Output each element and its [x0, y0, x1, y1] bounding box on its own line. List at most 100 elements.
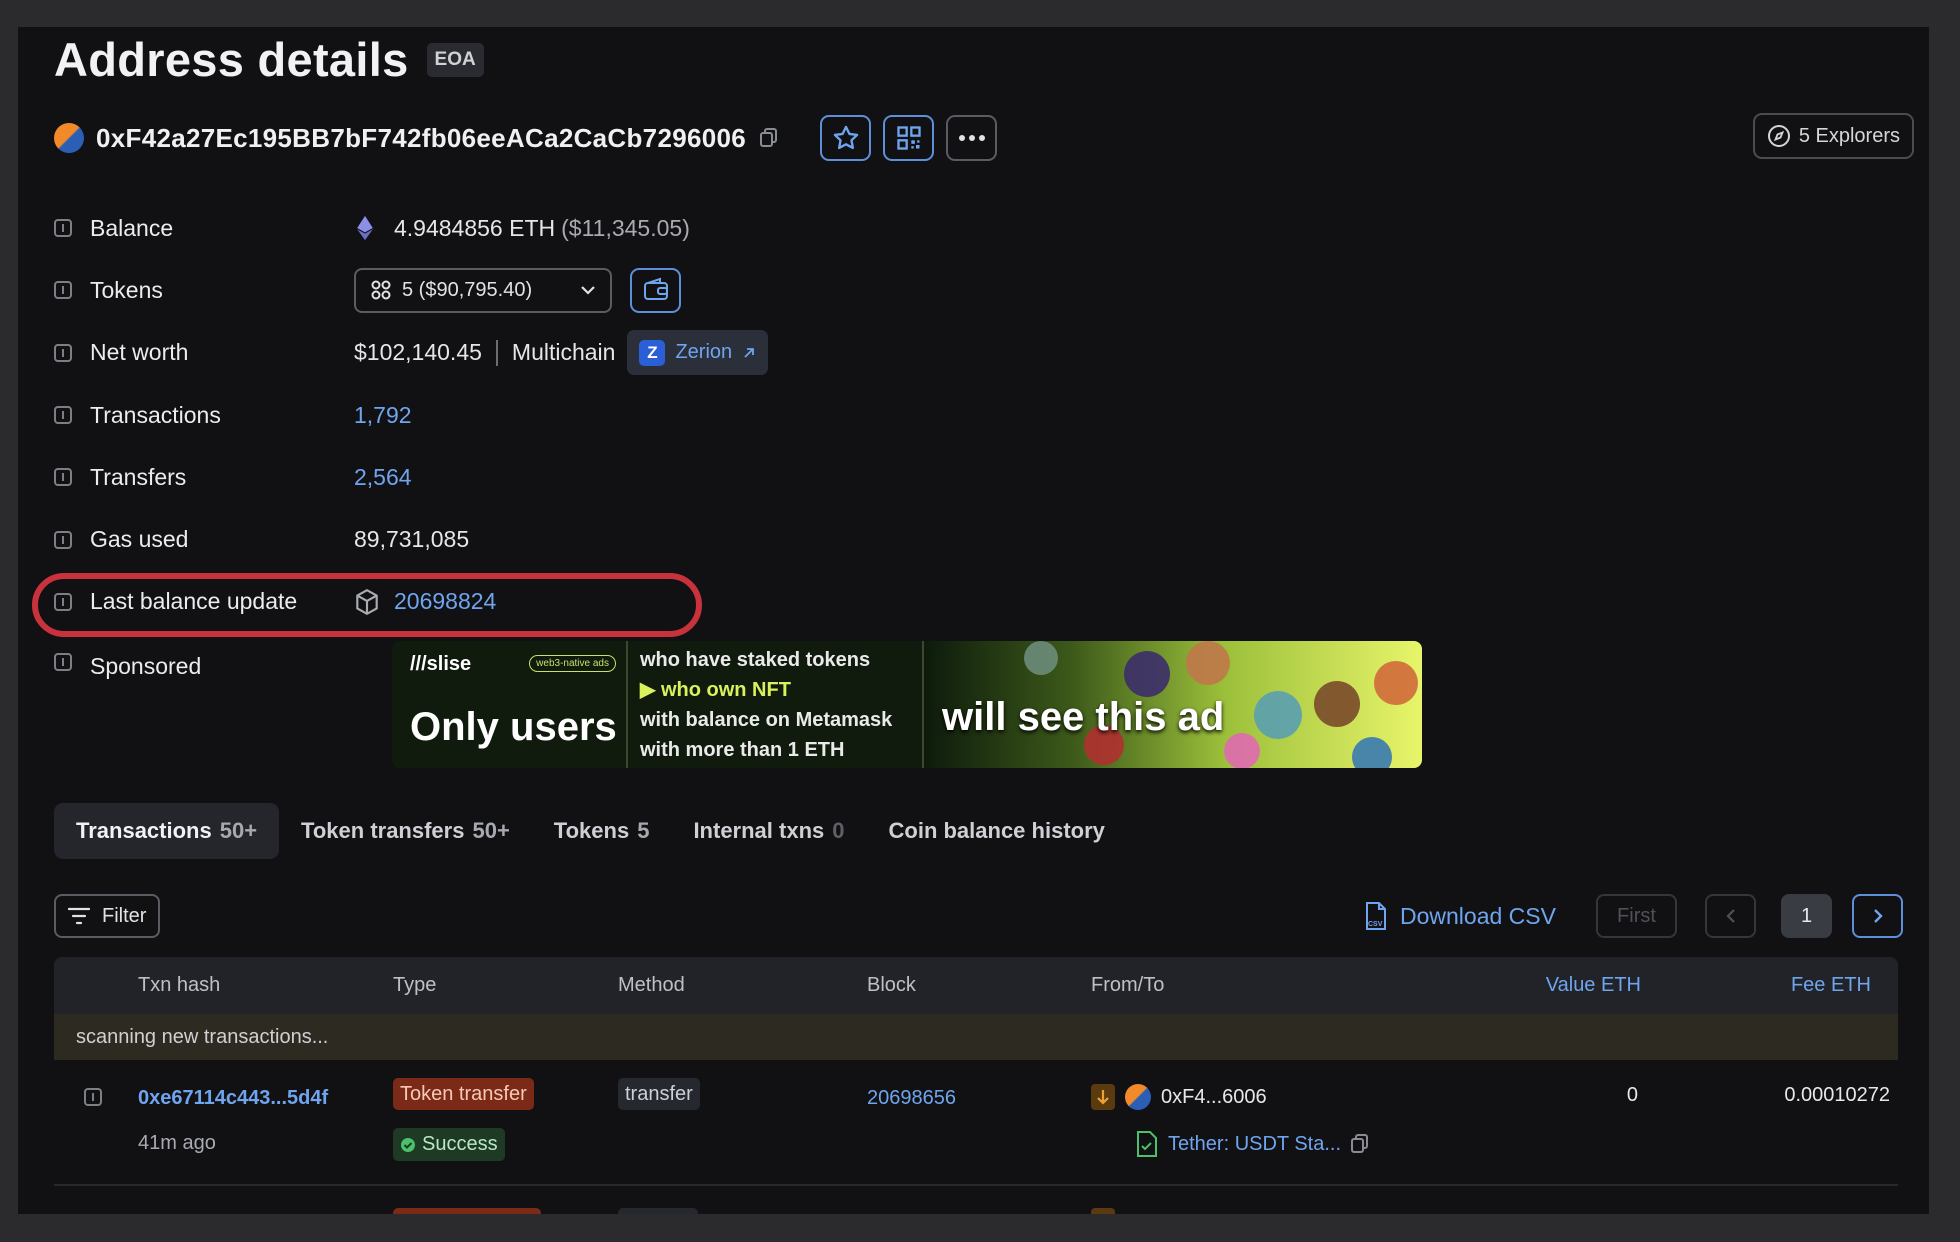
- tab-internal-txns[interactable]: Internal txns 0: [671, 803, 866, 859]
- tab-coin-balance-history[interactable]: Coin balance history: [867, 803, 1127, 859]
- check-circle-icon: [401, 1137, 415, 1152]
- last-balance-update-row: Last balance update 20698824: [32, 571, 1554, 637]
- tab-transactions[interactable]: Transactions 50+: [54, 803, 280, 859]
- txn-age: 41m ago: [138, 1132, 216, 1154]
- txn-hash-link[interactable]: 0xe67114c443...5d4f: [138, 1087, 328, 1110]
- ad-nft-bubble: [1124, 651, 1170, 698]
- tab-label: Coin balance history: [888, 818, 1105, 843]
- transfers-value[interactable]: 2,564: [354, 464, 412, 491]
- ad-tagline: will see this ad: [942, 695, 1225, 740]
- txn-type-wrap: Token transfer: [393, 1078, 534, 1110]
- info-icon[interactable]: [54, 592, 72, 611]
- sponsored-row: Sponsored ///slise web3-native ads Only …: [54, 633, 1554, 769]
- ad-nft-bubble: [1314, 681, 1360, 728]
- multichain-label: Multichain: [511, 339, 616, 366]
- transfers-row: Transfers 2,564: [54, 446, 1554, 508]
- first-page-button[interactable]: First: [1596, 894, 1677, 938]
- net-worth-label: Net worth: [90, 339, 189, 366]
- ad-line: who have staked tokens: [640, 649, 871, 672]
- table-row-partial: [54, 1186, 1898, 1214]
- chevron-left-icon: [1725, 909, 1735, 923]
- wallet-button[interactable]: [630, 267, 681, 313]
- ad-nft-bubble: [1224, 733, 1260, 769]
- tab-count: 50+: [472, 818, 510, 843]
- from-avatar: [1125, 1084, 1151, 1110]
- transactions-value[interactable]: 1,792: [354, 402, 412, 429]
- ad-line: ▶ who own NFT: [640, 679, 791, 702]
- arrow-down-icon: [1091, 1084, 1115, 1110]
- tab-tokens[interactable]: Tokens 5: [532, 803, 672, 859]
- info-icon[interactable]: [54, 530, 72, 549]
- copy-icon[interactable]: [1351, 1134, 1369, 1154]
- tokens-dropdown[interactable]: 5 ($90,795.40): [354, 267, 612, 313]
- gas-used-label: Gas used: [90, 526, 189, 553]
- explorers-label: 5 Explorers: [1798, 124, 1900, 147]
- address-hash: 0xF42a27Ec195BB7bF742fb06eeACa2CaCb72960…: [96, 122, 747, 153]
- scanning-banner: scanning new transactions...: [54, 1014, 1898, 1060]
- title-row: Address details EOA: [54, 27, 484, 92]
- info-icon[interactable]: [54, 343, 72, 362]
- qr-code-button[interactable]: [883, 115, 935, 161]
- previous-page-button[interactable]: [1705, 894, 1756, 938]
- ad-right-panel: will see this ad: [924, 641, 1422, 769]
- filter-label: Filter: [102, 904, 147, 927]
- app-window: Address details EOA 0xF42a27Ec195BB7bF74…: [18, 27, 1929, 1214]
- info-icon[interactable]: [84, 1088, 102, 1106]
- txn-from-address[interactable]: 0xF4...6006: [1161, 1086, 1267, 1109]
- info-icon[interactable]: [54, 653, 72, 672]
- qr-code-icon: [896, 126, 921, 150]
- address-avatar: [54, 123, 84, 153]
- favorite-button[interactable]: [820, 115, 872, 161]
- tokens-value-wrap: 5 ($90,795.40): [354, 267, 681, 313]
- tokens-grid-icon: [371, 280, 391, 300]
- txn-type-badge: Token transfer: [393, 1078, 534, 1110]
- txn-method-badge: transfer: [618, 1078, 700, 1110]
- star-icon: [833, 125, 858, 150]
- info-icon[interactable]: [54, 281, 72, 300]
- txn-type-badge-peek: [393, 1208, 541, 1214]
- txn-method-wrap: transfer: [618, 1078, 700, 1110]
- column-header: From/To: [1091, 974, 1165, 996]
- ad-nft-bubble: [1254, 691, 1302, 740]
- zerion-link[interactable]: Z Zerion: [627, 330, 769, 376]
- filter-button[interactable]: Filter: [54, 894, 161, 938]
- explorers-button[interactable]: 5 Explorers: [1752, 113, 1914, 159]
- txn-status-wrap: Success: [393, 1128, 505, 1161]
- copy-icon[interactable]: [758, 127, 780, 149]
- balance-row: Balance 4.9484856 ETH ($11,345.05): [54, 197, 1554, 259]
- table-row: 0xe67114c443...5d4f 41m ago Token transf…: [54, 1060, 1898, 1186]
- sponsored-ad-banner[interactable]: ///slise web3-native ads Only users who …: [392, 641, 1422, 769]
- value-column-header[interactable]: Value ETH: [1546, 957, 1641, 1014]
- gas-used-value: 89,731,085: [354, 526, 470, 553]
- balance-value-wrap: 4.9484856 ETH ($11,345.05): [354, 215, 690, 242]
- last-balance-update-block[interactable]: 20698824: [394, 588, 496, 615]
- more-options-button[interactable]: [946, 115, 998, 161]
- info-icon[interactable]: [54, 468, 72, 487]
- ad-brand: ///slise: [410, 653, 472, 676]
- tab-label: Tokens: [553, 818, 630, 843]
- download-csv-button[interactable]: CSV Download CSV: [1364, 894, 1556, 938]
- next-page-button[interactable]: [1852, 894, 1903, 938]
- txn-block-link[interactable]: 20698656: [867, 1087, 956, 1110]
- svg-text:CSV: CSV: [1368, 921, 1383, 928]
- ad-line: with balance on Metamask: [640, 709, 893, 732]
- ad-middle-panel: who have staked tokens ▶ who own NFT wit…: [628, 641, 924, 769]
- balance-usd: ($11,345.05): [561, 214, 690, 241]
- info-icon[interactable]: [54, 219, 72, 238]
- transactions-label: Transactions: [90, 401, 221, 428]
- last-balance-update-wrap: 20698824: [354, 588, 496, 616]
- tab-count: 0: [832, 818, 845, 843]
- fee-column-header[interactable]: Fee ETH: [1791, 957, 1871, 1014]
- net-worth-value-wrap: $102,140.45 Multichain Z Zerion: [354, 330, 769, 376]
- net-worth-value: $102,140.45: [354, 339, 482, 366]
- address-details: Balance 4.9484856 ETH ($11,345.05) Token…: [32, 197, 1554, 769]
- tab-token-transfers[interactable]: Token transfers 50+: [279, 803, 532, 859]
- info-icon[interactable]: [54, 406, 72, 425]
- contract-icon: [1137, 1131, 1157, 1157]
- column-header: Txn hash: [138, 974, 221, 996]
- ad-nft-bubble: [1024, 641, 1058, 676]
- address-row: 0xF42a27Ec195BB7bF742fb06eeACa2CaCb72960…: [54, 113, 1914, 163]
- txn-status-label: Success: [422, 1133, 498, 1155]
- txn-value: 0: [1626, 1084, 1638, 1106]
- txn-to-contract[interactable]: Tether: USDT Sta...: [1168, 1133, 1341, 1156]
